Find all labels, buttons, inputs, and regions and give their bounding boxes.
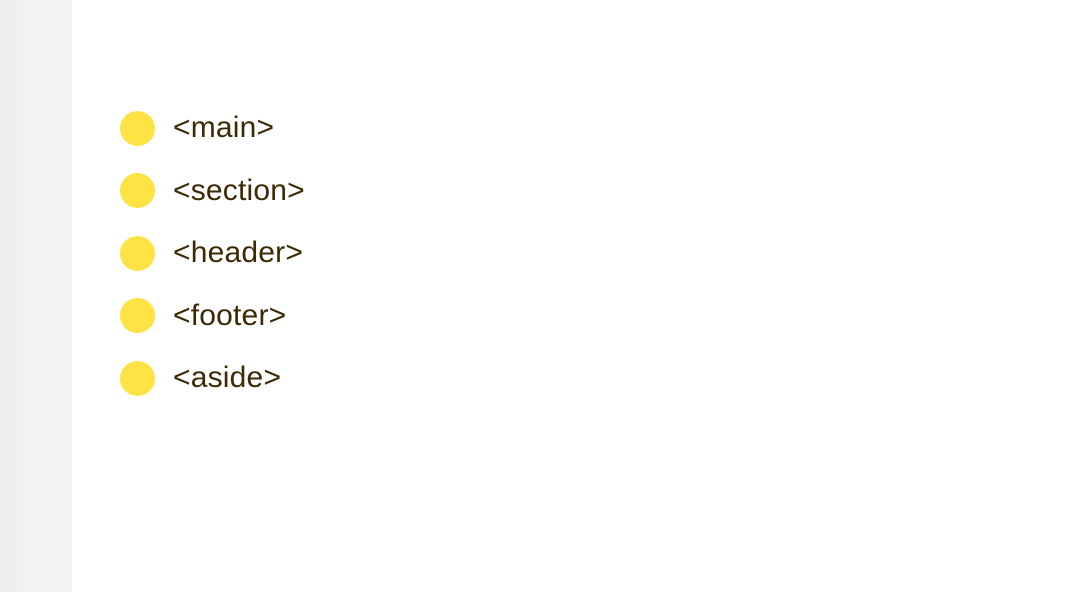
semantic-tag-list: <main> <section> <header> <footer> <asid…: [120, 108, 305, 421]
bullet-dot-icon: [120, 110, 155, 146]
tag-label-section: <section>: [173, 173, 305, 207]
content-area: <main> <section> <header> <footer> <asid…: [72, 0, 1080, 592]
page: <main> <section> <header> <footer> <asid…: [0, 0, 1080, 592]
list-item: <footer>: [120, 296, 305, 336]
tag-label-header: <header>: [173, 236, 304, 269]
tag-label-main: <main>: [173, 111, 275, 144]
list-item: <aside>: [120, 358, 305, 398]
list-item: <section>: [120, 171, 305, 211]
list-item: <header>: [120, 233, 305, 273]
tag-label-aside: <aside>: [173, 361, 282, 394]
left-sidebar-gutter: [0, 0, 72, 592]
bullet-dot-icon: [120, 173, 155, 208]
bullet-dot-icon: [120, 360, 155, 396]
bullet-dot-icon: [120, 298, 155, 333]
tag-label-footer: <footer>: [173, 298, 287, 332]
list-item: <main>: [120, 108, 305, 148]
bullet-dot-icon: [120, 235, 155, 271]
